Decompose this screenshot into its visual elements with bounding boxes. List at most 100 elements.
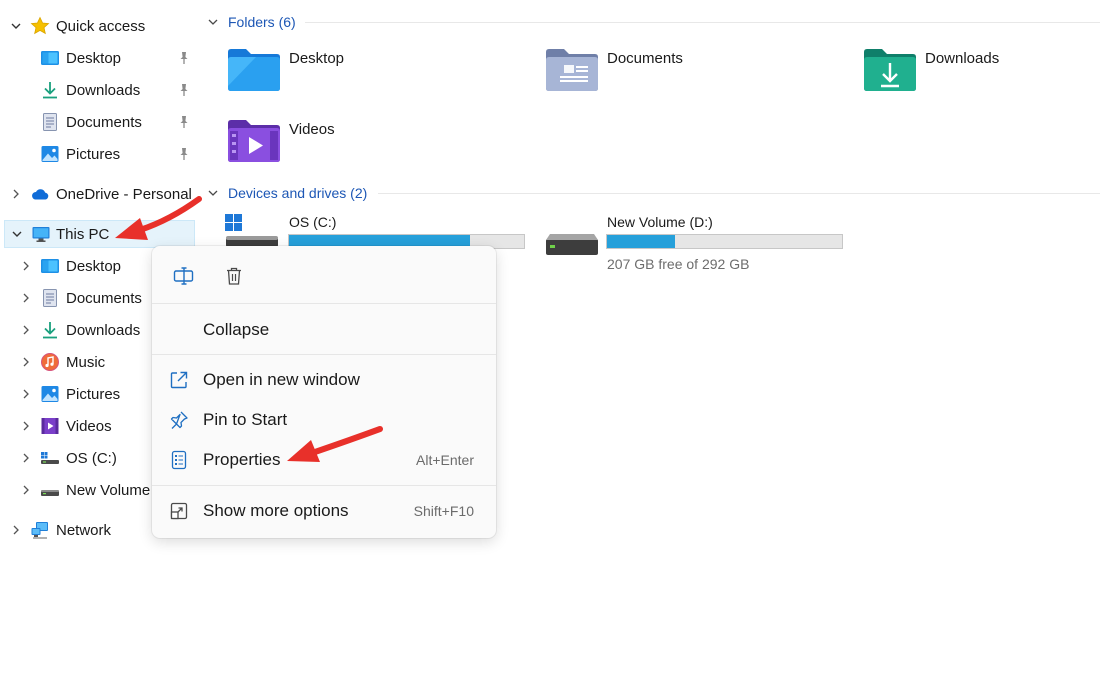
menu-item-label: Collapse <box>203 320 270 339</box>
folder-label: Desktop <box>289 50 345 67</box>
chevron-right-icon[interactable] <box>9 523 23 537</box>
document-icon <box>40 112 60 132</box>
pictures-icon <box>40 384 60 404</box>
section-divider <box>378 193 1100 194</box>
menu-separator <box>152 485 496 486</box>
delete-button[interactable] <box>216 258 252 294</box>
menu-item-open-new-window[interactable]: Open in new window <box>156 362 492 398</box>
delete-icon <box>227 267 241 285</box>
document-icon <box>40 288 60 308</box>
menu-separator <box>152 303 496 304</box>
nav-label: Desktop <box>66 257 122 275</box>
chevron-right-icon[interactable] <box>19 355 33 369</box>
nav-qa-downloads[interactable]: Downloads <box>0 76 195 104</box>
download-arrow-icon <box>40 320 60 340</box>
menu-item-pin-to-start[interactable]: Pin to Start <box>156 402 492 438</box>
menu-item-show-more-options[interactable]: Show more options Shift+F10 <box>156 493 492 529</box>
menu-separator <box>152 354 496 355</box>
menu-item-label: Open in new window <box>203 370 360 389</box>
music-icon <box>40 352 60 372</box>
open-new-window-icon <box>168 369 190 391</box>
chevron-right-icon[interactable] <box>19 387 33 401</box>
star-icon <box>30 16 50 36</box>
menu-item-collapse[interactable]: Collapse <box>156 312 492 348</box>
cloud-icon <box>30 184 50 204</box>
chevron-right-icon[interactable] <box>9 187 23 201</box>
rename-button[interactable] <box>166 258 202 294</box>
chevron-down-icon[interactable] <box>10 227 24 241</box>
drive-icon <box>546 234 598 255</box>
system-drive-icon <box>40 448 60 468</box>
pin-icon[interactable] <box>177 51 191 65</box>
menu-item-label: Pin to Start <box>203 410 288 429</box>
drive-tile-os-c[interactable]: OS (C:) <box>224 210 528 250</box>
nav-label: OS (C:) <box>66 449 117 467</box>
drive-usage-fill <box>607 235 676 248</box>
folder-label: Downloads <box>925 50 1000 67</box>
nav-label: Music <box>66 353 106 371</box>
folder-label: Documents <box>607 50 683 67</box>
chevron-down-icon[interactable] <box>206 15 220 29</box>
pin-icon <box>168 409 190 431</box>
chevron-right-icon[interactable] <box>19 259 33 273</box>
desktop-folder-icon <box>228 49 280 91</box>
pictures-icon <box>40 144 60 164</box>
desktop-icon <box>40 256 60 276</box>
nav-label: Quick access <box>56 17 146 35</box>
documents-folder-icon <box>546 49 598 91</box>
chevron-down-icon[interactable] <box>9 19 23 33</box>
videos-folder-icon <box>228 120 280 162</box>
nav-label: New Volume <box>66 481 151 499</box>
nav-quick-access[interactable]: Quick access <box>0 12 195 40</box>
menu-item-properties[interactable]: Properties Alt+Enter <box>156 442 492 478</box>
computer-icon <box>31 224 51 244</box>
menu-item-label: Properties <box>203 450 281 469</box>
drive-free-space: 207 GB free of 292 GB <box>607 256 750 272</box>
folder-tile-videos[interactable]: Videos <box>226 117 335 165</box>
section-title: Devices and drives (2) <box>228 185 368 201</box>
folder-tile-desktop[interactable]: Desktop <box>226 46 344 94</box>
nav-label: Network <box>56 521 112 539</box>
chevron-right-icon[interactable] <box>19 323 33 337</box>
devices-section-header[interactable]: Devices and drives (2) <box>206 183 367 203</box>
drive-tile-new-volume-d[interactable]: New Volume (D:) 207 GB free of 292 GB <box>544 210 848 276</box>
pin-icon[interactable] <box>177 115 191 129</box>
drive-name: OS (C:) <box>289 214 337 230</box>
desktop-icon <box>40 48 60 68</box>
chevron-down-icon[interactable] <box>206 186 220 200</box>
nav-this-pc[interactable]: This PC <box>4 220 195 248</box>
chevron-right-icon[interactable] <box>19 291 33 305</box>
nav-label: Documents <box>66 289 142 307</box>
chevron-right-icon[interactable] <box>19 451 33 465</box>
videos-icon <box>40 416 60 436</box>
pin-icon[interactable] <box>177 83 191 97</box>
context-menu-quick-actions <box>166 258 252 294</box>
nav-qa-documents[interactable]: Documents <box>0 108 195 136</box>
nav-onedrive[interactable]: OneDrive - Personal <box>0 180 195 208</box>
nav-label: Desktop <box>66 49 122 67</box>
chevron-right-icon[interactable] <box>19 483 33 497</box>
folder-tile-downloads[interactable]: Downloads <box>862 46 999 94</box>
folder-label: Videos <box>289 121 335 138</box>
folder-tile-documents[interactable]: Documents <box>544 46 683 94</box>
system-drive-icon <box>225 214 278 247</box>
chevron-right-icon[interactable] <box>19 419 33 433</box>
section-divider <box>305 22 1100 23</box>
menu-item-label: Show more options <box>203 501 349 520</box>
section-title: Folders (6) <box>228 14 296 30</box>
nav-label: OneDrive - Personal <box>56 185 192 203</box>
nav-qa-desktop[interactable]: Desktop <box>0 44 195 72</box>
nav-label: Documents <box>66 113 142 131</box>
pin-icon[interactable] <box>177 147 191 161</box>
nav-qa-pictures[interactable]: Pictures <box>0 140 195 168</box>
drive-name: New Volume (D:) <box>607 214 713 230</box>
nav-label: This PC <box>56 225 110 243</box>
folders-section-header[interactable]: Folders (6) <box>206 12 296 32</box>
download-arrow-icon <box>40 80 60 100</box>
context-menu: Collapse Open in new window Pin to Start… <box>152 246 496 538</box>
menu-item-shortcut: Shift+F10 <box>413 503 474 519</box>
nav-label: Pictures <box>66 145 121 163</box>
show-more-options-icon <box>168 500 190 522</box>
nav-label: Pictures <box>66 385 121 403</box>
drive-icon <box>40 480 60 500</box>
